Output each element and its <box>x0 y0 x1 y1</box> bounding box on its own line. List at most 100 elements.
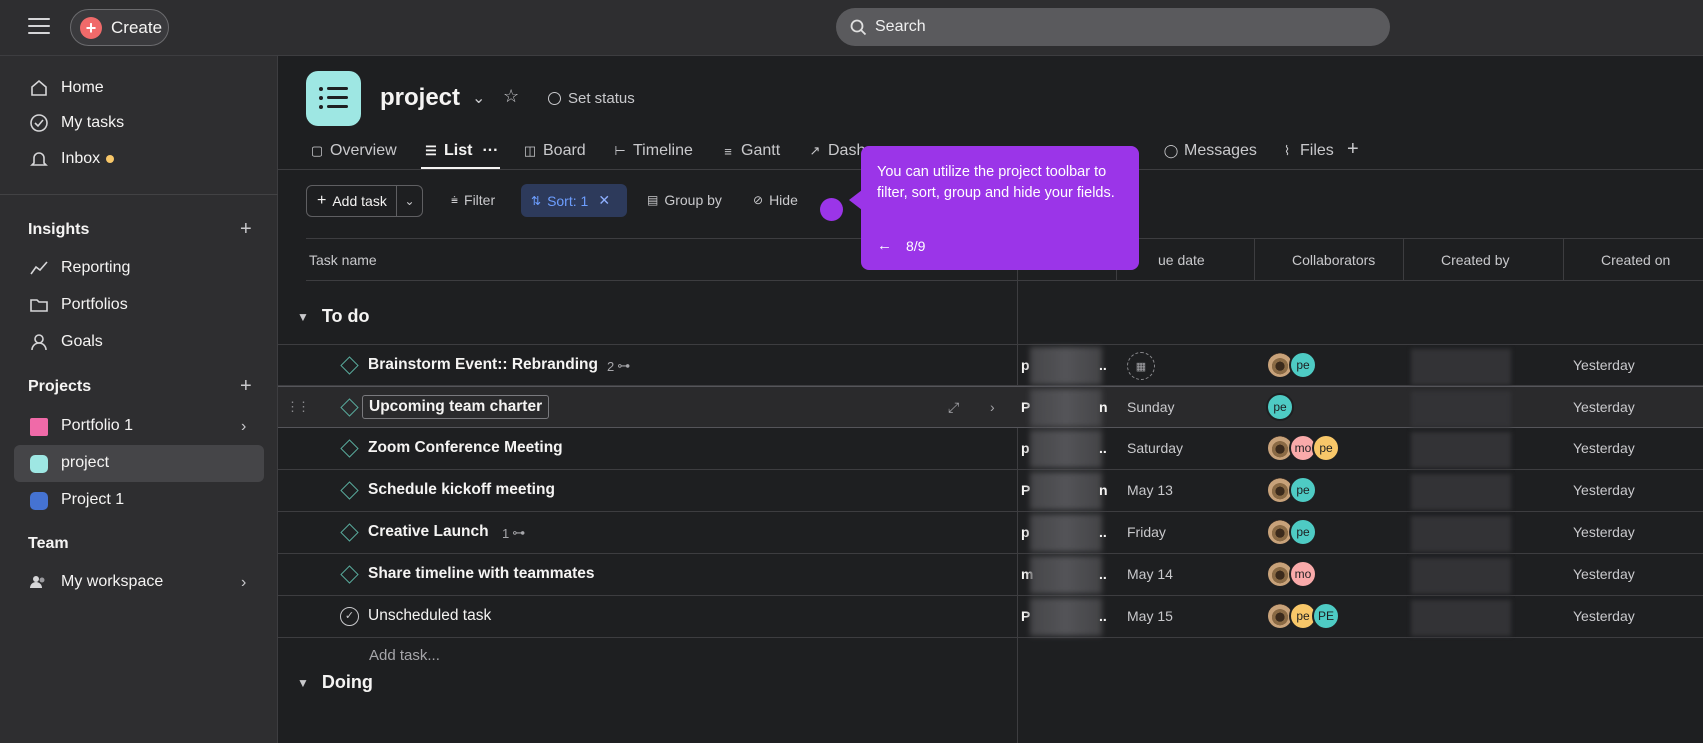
section-header-doing[interactable]: ▼ Doing <box>297 672 373 693</box>
column-header-created-by[interactable]: Created by <box>1441 252 1509 268</box>
add-task-inline[interactable]: Add task... <box>369 647 440 664</box>
tab-dashboard[interactable]: ↗ Dash <box>808 142 866 160</box>
due-date[interactable]: May 14 <box>1127 566 1173 582</box>
menu-icon[interactable] <box>28 18 50 36</box>
column-header-created-on[interactable]: Created on <box>1601 252 1670 268</box>
add-tab-button[interactable]: + <box>1347 138 1359 161</box>
section-header-to-do[interactable]: ▼ To do <box>297 306 370 327</box>
collaborators[interactable]: pe PE <box>1266 602 1340 630</box>
column-header-due-date[interactable]: ue date <box>1158 252 1205 268</box>
complete-check-icon[interactable]: ✓ <box>340 607 359 626</box>
sidebar-item-label: Goals <box>61 333 103 350</box>
collaborators[interactable]: pe <box>1266 393 1294 421</box>
milestone-icon[interactable] <box>340 398 359 417</box>
table-row[interactable]: Schedule kickoff meeting P n May 13 pe Y… <box>278 470 1703 512</box>
table-row[interactable]: Zoom Conference Meeting p .. Saturday mo… <box>278 428 1703 470</box>
project-color-swatch <box>30 455 48 473</box>
task-name[interactable]: Upcoming team charter <box>362 395 550 419</box>
sidebar-item-portfolios[interactable]: Portfolios <box>28 290 128 320</box>
table-row[interactable]: ✓ Unscheduled task P .. May 15 pe PE Yes… <box>278 596 1703 638</box>
chevron-right-icon[interactable]: › <box>990 399 995 415</box>
chevron-right-icon[interactable]: › <box>241 574 246 592</box>
close-icon[interactable]: ✕ <box>598 192 610 209</box>
table-row[interactable]: ⋮⋮ Upcoming team charter ⤢ › P n Sunday … <box>278 386 1703 428</box>
sidebar-item-my-tasks[interactable]: My tasks <box>28 108 124 138</box>
due-date[interactable]: Sunday <box>1127 399 1174 415</box>
sidebar-item-label: Reporting <box>61 259 131 276</box>
avatar: pe <box>1289 476 1317 504</box>
task-name[interactable]: Schedule kickoff meeting <box>368 481 555 499</box>
tab-overview[interactable]: ▢ Overview <box>310 142 397 160</box>
tab-gantt[interactable]: ≡ Gantt <box>721 142 780 160</box>
search-input[interactable]: Search <box>836 8 1390 46</box>
collaborators[interactable]: pe <box>1266 476 1317 504</box>
blurred-created-by <box>1411 432 1511 468</box>
task-name[interactable]: Unscheduled task <box>368 607 491 625</box>
created-on: Yesterday <box>1573 524 1635 540</box>
collaborators[interactable]: pe <box>1266 518 1317 546</box>
tab-messages[interactable]: ◯ Messages <box>1164 142 1257 160</box>
sidebar-item-inbox[interactable]: Inbox <box>28 144 115 174</box>
collaborators[interactable]: mo <box>1266 560 1317 588</box>
milestone-icon[interactable] <box>340 356 359 375</box>
group-by-button[interactable]: ▤ Group by <box>647 192 722 208</box>
add-insight-button[interactable]: + <box>240 218 252 241</box>
milestone-icon[interactable] <box>340 565 359 584</box>
sort-button[interactable]: ⇅ Sort: 1 ✕ <box>521 184 627 217</box>
column-header-collaborators[interactable]: Collaborators <box>1292 252 1375 268</box>
sidebar-item-project-1[interactable]: Project 1 <box>14 482 264 519</box>
caret-down-icon[interactable]: ▼ <box>297 676 309 690</box>
task-name[interactable]: Brainstorm Event:: Rebranding <box>368 356 598 374</box>
more-icon[interactable]: ··· <box>482 142 498 160</box>
avatar: pe <box>1266 393 1294 421</box>
due-date[interactable]: May 15 <box>1127 608 1173 624</box>
eye-off-icon: ⊘ <box>753 193 764 207</box>
set-status-button[interactable]: Set status <box>548 90 635 107</box>
column-header-task-name[interactable]: Task name <box>309 252 377 268</box>
chevron-down-icon[interactable]: ⌄ <box>472 88 485 108</box>
subtask-icon: ⊶ <box>617 358 631 373</box>
task-name[interactable]: Zoom Conference Meeting <box>368 439 563 457</box>
section-title: To do <box>321 306 370 326</box>
collaborators[interactable]: pe <box>1266 351 1317 379</box>
hide-button[interactable]: ⊘ Hide <box>753 192 798 208</box>
milestone-icon[interactable] <box>340 523 359 542</box>
chevron-down-icon[interactable]: ⌄ <box>397 186 422 216</box>
sidebar-item-my-workspace[interactable]: My workspace <box>28 567 163 597</box>
filter-button[interactable]: ⩧ Filter <box>451 192 495 208</box>
sidebar-item-goals[interactable]: Goals <box>28 327 103 357</box>
table-row[interactable]: Brainstorm Event:: Rebranding 2 ⊶ p .. ▦ … <box>278 344 1703 386</box>
arrow-left-icon[interactable]: ← <box>877 237 892 254</box>
tab-files[interactable]: ⌇ Files <box>1280 142 1334 160</box>
check-circle-icon <box>28 112 50 134</box>
tab-timeline[interactable]: ⊢ Timeline <box>613 142 693 160</box>
due-date[interactable]: Friday <box>1127 524 1166 540</box>
sidebar-item-project[interactable]: project <box>14 445 264 482</box>
table-row[interactable]: Share timeline with teammates m .. May 1… <box>278 554 1703 596</box>
sidebar-item-portfolio-1[interactable]: Portfolio 1 <box>14 408 264 445</box>
chevron-right-icon[interactable]: › <box>241 418 246 436</box>
calendar-icon[interactable]: ▦ <box>1127 352 1155 380</box>
sidebar-item-home[interactable]: Home <box>28 73 104 103</box>
create-button[interactable]: + Create <box>70 9 169 46</box>
milestone-icon[interactable] <box>340 439 359 458</box>
tab-list[interactable]: ☰ List ··· <box>424 142 498 160</box>
created-on: Yesterday <box>1573 357 1635 373</box>
caret-down-icon[interactable]: ▼ <box>297 310 309 324</box>
task-name[interactable]: Creative Launch <box>368 523 489 541</box>
due-date[interactable]: May 13 <box>1127 482 1173 498</box>
add-task-button[interactable]: + Add task ⌄ <box>306 185 423 217</box>
sidebar-item-reporting[interactable]: Reporting <box>28 253 130 283</box>
drag-handle-icon[interactable]: ⋮⋮ <box>286 399 310 415</box>
add-project-button[interactable]: + <box>240 375 252 398</box>
active-tab-indicator <box>421 167 500 169</box>
task-name[interactable]: Share timeline with teammates <box>368 565 595 583</box>
tab-board[interactable]: ◫ Board <box>523 142 586 160</box>
star-icon[interactable]: ☆ <box>503 86 519 107</box>
due-date[interactable]: Saturday <box>1127 440 1183 456</box>
subtask-expand-icon[interactable]: ⤢ <box>948 399 959 416</box>
milestone-icon[interactable] <box>340 481 359 500</box>
table-row[interactable]: Creative Launch 1 ⊶ p .. Friday pe Yester… <box>278 512 1703 554</box>
collaborators[interactable]: mo pe <box>1266 434 1340 462</box>
tooltip-step: 8/9 <box>906 237 926 254</box>
